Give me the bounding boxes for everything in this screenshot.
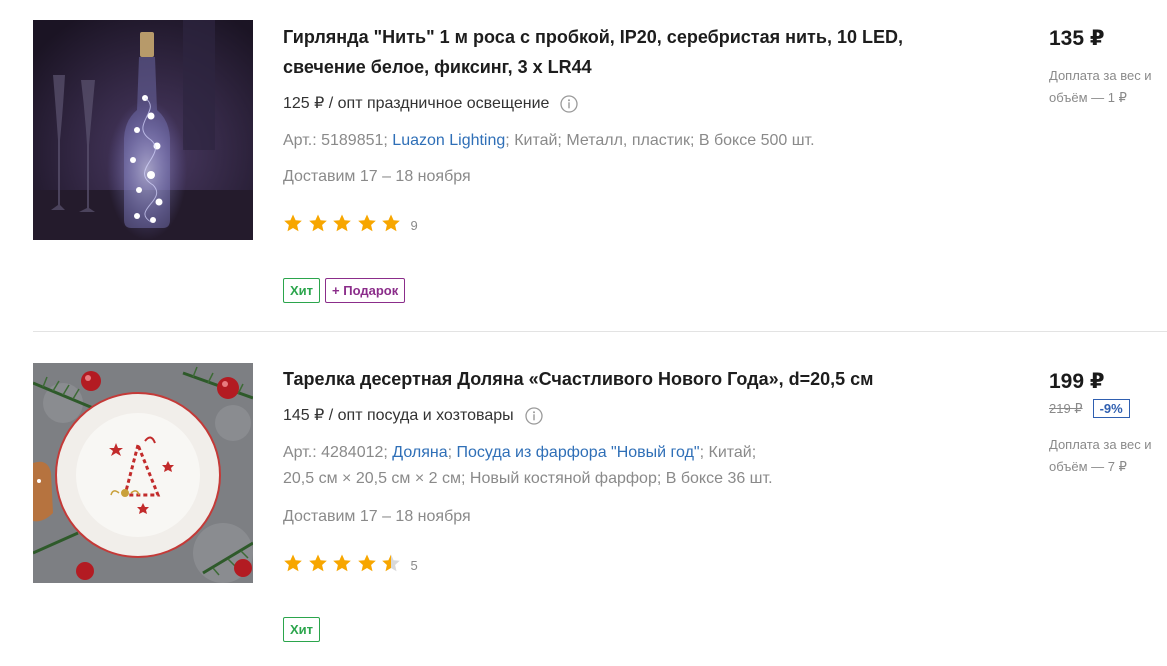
delivery-date: Доставим 17 – 18 ноября	[283, 508, 471, 525]
meta-box-qty: В боксе 500 шт.	[698, 132, 815, 149]
star-icon	[382, 554, 400, 572]
badges: Хит	[283, 617, 321, 642]
product-image-plate[interactable]	[33, 363, 253, 583]
gift-badge[interactable]: + Подарок	[325, 278, 406, 303]
badges: Хит + Подарок	[283, 278, 406, 303]
brand-link[interactable]: Доляна	[392, 444, 447, 461]
meta-material: Металл, пластик;	[566, 132, 695, 149]
price: 135 ₽	[1049, 27, 1105, 50]
brand-link[interactable]: Luazon Lighting	[392, 132, 505, 149]
star-icon	[357, 214, 376, 232]
rating-stars	[283, 213, 406, 238]
weight-surcharge: Доплата за вес и объём — 7 ₽	[1049, 437, 1152, 474]
meta-country: Китай;	[708, 444, 757, 461]
price: 199 ₽	[1049, 370, 1105, 393]
info-icon[interactable]	[560, 95, 579, 113]
meta-country: Китай;	[514, 132, 562, 149]
meta-box-qty: В боксе 36 шт.	[665, 470, 773, 487]
article-number: Арт.: 4284012;	[283, 444, 388, 461]
product-card-garland: Гирлянда "Нить" 1 м роса с пробкой, IP20…	[0, 0, 1167, 332]
article-number: Арт.: 5189851;	[283, 132, 388, 149]
old-price: 219 ₽	[1049, 400, 1083, 416]
wholesale-price-row: 145 ₽ / опт посуда и хозтовары	[283, 405, 543, 427]
rating[interactable]: 5	[283, 553, 418, 578]
hit-badge: Хит	[283, 278, 321, 303]
star-icon	[382, 214, 400, 232]
wholesale-price: 145 ₽ / опт посуда и хозтовары	[283, 407, 514, 424]
product-meta: Арт.: 5189851; Luazon Lighting; Китай; М…	[283, 132, 815, 149]
old-price-row: 219 ₽ -9%	[1049, 399, 1130, 418]
delivery-date: Доставим 17 – 18 ноября	[283, 168, 471, 185]
star-icon	[333, 554, 351, 572]
info-icon[interactable]	[524, 407, 543, 425]
collection-link[interactable]: Посуда из фарфора "Новый год"	[457, 444, 700, 461]
product-title[interactable]: Тарелка десертная Доляна «Счастливого Но…	[283, 364, 983, 394]
star-icon	[357, 554, 376, 572]
product-image-garland[interactable]	[33, 20, 253, 240]
weight-surcharge: Доплата за вес и объём — 1 ₽	[1049, 68, 1152, 105]
product-meta: Арт.: 4284012; Доляна; Посуда из фарфора…	[283, 444, 773, 487]
discount-badge: -9%	[1092, 399, 1130, 418]
star-icon	[284, 214, 302, 232]
product-title[interactable]: Гирлянда "Нить" 1 м роса с пробкой, IP20…	[283, 22, 983, 82]
rating-stars	[283, 553, 406, 578]
wholesale-price: 125 ₽ / опт праздничное освещение	[283, 95, 550, 112]
meta-material: Новый костяной фарфор;	[469, 470, 662, 487]
star-icon	[308, 214, 327, 232]
hit-badge: Хит	[283, 617, 321, 642]
rating-count: 9	[410, 218, 418, 233]
meta-dimensions: 20,5 см × 20,5 см × 2 см;	[283, 470, 466, 487]
star-icon	[333, 214, 351, 232]
rating[interactable]: 9	[283, 213, 418, 238]
wholesale-price-row: 125 ₽ / опт праздничное освещение	[283, 93, 579, 115]
rating-count: 5	[410, 558, 418, 573]
star-icon	[308, 554, 327, 572]
product-card-plate: Тарелка десертная Доляна «Счастливого Но…	[0, 332, 1167, 666]
star-icon	[284, 554, 302, 572]
